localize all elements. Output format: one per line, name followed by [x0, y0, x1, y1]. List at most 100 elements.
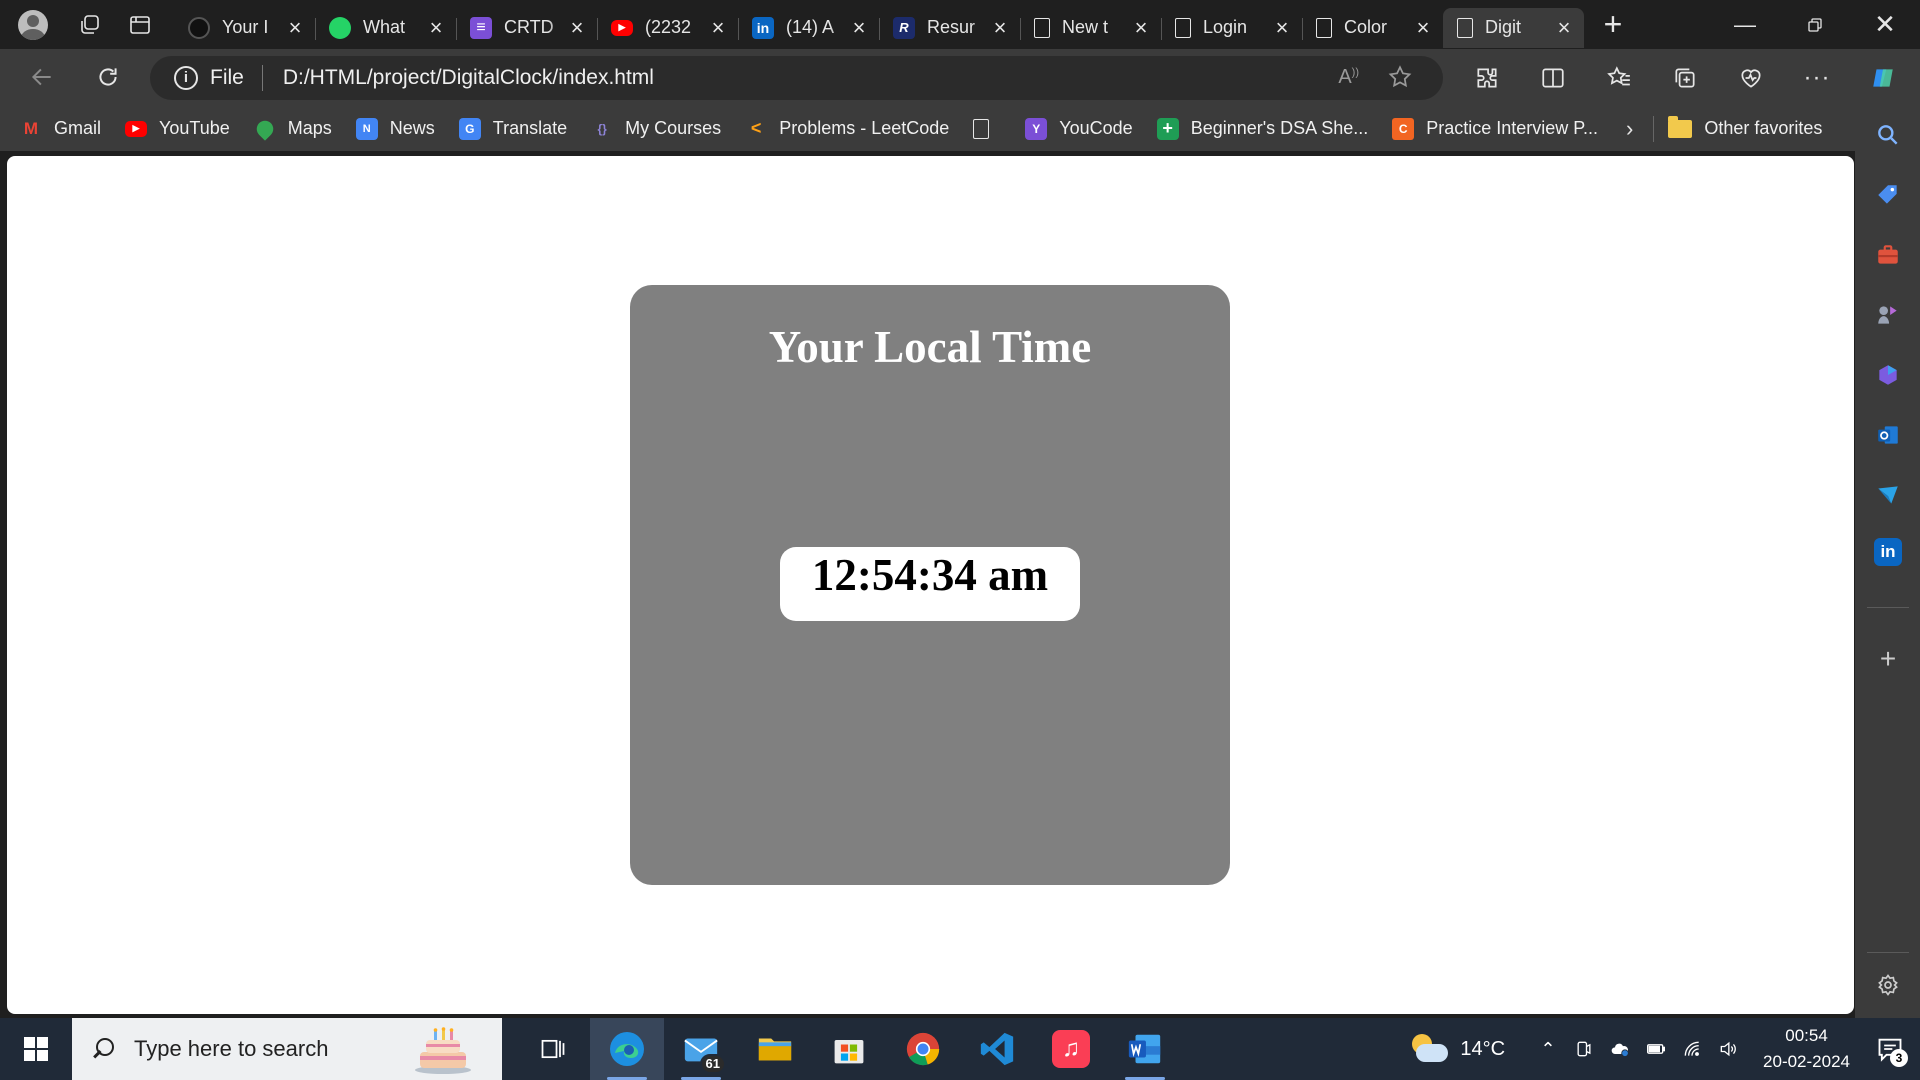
- minimize-button[interactable]: —: [1710, 0, 1780, 49]
- tab-2[interactable]: ≡ CRTD ×: [456, 8, 597, 48]
- taskbar-apps: 61 ♫: [516, 1018, 1182, 1080]
- copilot-icon[interactable]: [1861, 57, 1905, 99]
- more-options-icon[interactable]: ···: [1795, 57, 1839, 99]
- favorite-item-10[interactable]: C Practice Interview P...: [1392, 117, 1598, 140]
- wifi-icon[interactable]: [1677, 1034, 1707, 1064]
- folder-icon: [758, 1038, 792, 1061]
- folder-icon: [1668, 115, 1693, 138]
- favorite-item-2[interactable]: Maps: [253, 116, 332, 141]
- tab-1[interactable]: What ×: [315, 8, 456, 48]
- tab-actions-icon[interactable]: [124, 9, 156, 41]
- tab-close-icon[interactable]: ×: [426, 16, 446, 38]
- read-aloud-icon[interactable]: A)): [1338, 66, 1359, 89]
- tab-0[interactable]: Your I ×: [174, 8, 315, 48]
- favorite-item-9[interactable]: + Beginner's DSA She...: [1156, 117, 1368, 140]
- tab-close-icon[interactable]: ×: [1272, 16, 1292, 38]
- onedrive-icon[interactable]: [1605, 1034, 1635, 1064]
- tab-close-icon[interactable]: ×: [1131, 16, 1151, 38]
- tools-briefcase-icon[interactable]: [1871, 238, 1905, 272]
- taskbar-search-box[interactable]: Type here to search: [72, 1018, 502, 1080]
- start-button[interactable]: [0, 1018, 72, 1080]
- drop-send-icon[interactable]: [1871, 478, 1905, 512]
- youtube-icon: ▶: [611, 19, 633, 36]
- page-icon: [1457, 17, 1473, 38]
- tab-7[interactable]: Login ×: [1161, 8, 1302, 48]
- tab-close-icon[interactable]: ×: [1554, 16, 1574, 38]
- split-screen-icon[interactable]: [1531, 57, 1575, 99]
- close-window-button[interactable]: ✕: [1850, 0, 1920, 49]
- workspaces-icon[interactable]: [74, 9, 106, 41]
- search-placeholder: Type here to search: [134, 1036, 329, 1061]
- games-icon[interactable]: [1871, 298, 1905, 332]
- favorite-item-3[interactable]: N News: [355, 117, 435, 140]
- tab-close-icon[interactable]: ×: [567, 16, 587, 38]
- birthday-cake-icon: [415, 1027, 471, 1074]
- taskbar-clock[interactable]: 00:54 20-02-2024: [1763, 1023, 1850, 1075]
- favorite-item-0[interactable]: M Gmail: [20, 118, 101, 140]
- tab-close-icon[interactable]: ×: [708, 16, 728, 38]
- show-hidden-icons-chevron-icon[interactable]: ⌃: [1533, 1034, 1563, 1064]
- tab-5[interactable]: R Resur ×: [879, 8, 1020, 48]
- site-info-icon[interactable]: i: [174, 66, 198, 90]
- taskbar-word-app[interactable]: [1108, 1018, 1182, 1080]
- notification-center-button[interactable]: 3: [1870, 1029, 1910, 1069]
- battery-icon[interactable]: [1641, 1034, 1671, 1064]
- taskbar-vscode-app[interactable]: [960, 1018, 1034, 1080]
- clock-time: 12:54:34 am: [811, 550, 1049, 600]
- tab-8[interactable]: Color ×: [1302, 8, 1443, 48]
- weather-widget[interactable]: 14°C: [1408, 1034, 1505, 1064]
- favorite-star-icon[interactable]: [1387, 64, 1413, 90]
- address-url[interactable]: D:/HTML/project/DigitalClock/index.html: [283, 66, 654, 90]
- gmail-icon: M: [23, 118, 39, 138]
- favorite-item-7[interactable]: [973, 118, 1001, 139]
- tab-4[interactable]: in (14) A ×: [738, 8, 879, 48]
- tab-6[interactable]: New t ×: [1020, 8, 1161, 48]
- tab-close-icon[interactable]: ×: [1413, 16, 1433, 38]
- taskbar-file-explorer-app[interactable]: [738, 1018, 812, 1080]
- linkedin-icon[interactable]: in: [1874, 538, 1902, 566]
- chrome-icon: [906, 1032, 940, 1066]
- taskbar-edge-app[interactable]: [590, 1018, 664, 1080]
- add-sidebar-app-icon[interactable]: +: [1871, 642, 1905, 676]
- favorites-list: M Gmail ▶ YouTube Maps N News G Translate {} My Co…: [20, 116, 1622, 141]
- mail-icon: 61: [682, 1030, 726, 1074]
- task-view-button[interactable]: [516, 1018, 590, 1080]
- favorite-label: News: [389, 118, 435, 138]
- favorites-overflow-chevron-icon[interactable]: ›: [1626, 116, 1633, 142]
- microsoft-365-icon[interactable]: [1871, 358, 1905, 392]
- tab-title: (2232: [645, 17, 692, 37]
- other-favorites-label: Other favorites: [1704, 118, 1823, 138]
- tab-close-icon[interactable]: ×: [990, 16, 1010, 38]
- tab-title: Your I: [222, 17, 269, 37]
- back-button[interactable]: [22, 57, 62, 97]
- favorite-item-1[interactable]: ▶ YouTube: [125, 118, 230, 139]
- favorites-icon[interactable]: [1597, 57, 1641, 99]
- tab-3[interactable]: ▶ (2232 ×: [597, 8, 738, 48]
- tab-9[interactable]: Digit ×: [1443, 7, 1584, 48]
- outlook-icon[interactable]: [1871, 418, 1905, 452]
- taskbar-chrome-app[interactable]: [886, 1018, 960, 1080]
- taskbar-store-app[interactable]: [812, 1018, 886, 1080]
- refresh-button[interactable]: [88, 57, 128, 97]
- profile-avatar-icon[interactable]: [18, 9, 48, 40]
- favorite-item-6[interactable]: < Problems - LeetCode: [745, 118, 949, 140]
- taskbar-mail-app[interactable]: 61: [664, 1018, 738, 1080]
- tab-close-icon[interactable]: ×: [285, 16, 305, 38]
- search-icon[interactable]: [1871, 118, 1905, 152]
- extensions-icon[interactable]: [1465, 57, 1509, 99]
- favorite-item-8[interactable]: Y YouCode: [1025, 117, 1133, 140]
- address-bar[interactable]: i File D:/HTML/project/DigitalClock/inde…: [150, 56, 1443, 100]
- meet-now-icon[interactable]: [1569, 1034, 1599, 1064]
- browser-essentials-icon[interactable]: [1729, 57, 1773, 99]
- favorite-item-4[interactable]: G Translate: [458, 117, 567, 140]
- favorite-item-5[interactable]: {} My Courses: [591, 118, 721, 140]
- sidebar-settings-gear-icon[interactable]: [1871, 968, 1905, 1002]
- shopping-tag-icon[interactable]: [1871, 178, 1905, 212]
- taskbar-music-app[interactable]: ♫: [1034, 1018, 1108, 1080]
- other-favorites-folder[interactable]: Other favorites: [1668, 115, 1823, 139]
- new-tab-button[interactable]: +: [1598, 8, 1628, 40]
- restore-button[interactable]: [1780, 0, 1850, 49]
- volume-icon[interactable]: [1713, 1034, 1743, 1064]
- tab-close-icon[interactable]: ×: [849, 16, 869, 38]
- collections-icon[interactable]: [1663, 57, 1707, 99]
